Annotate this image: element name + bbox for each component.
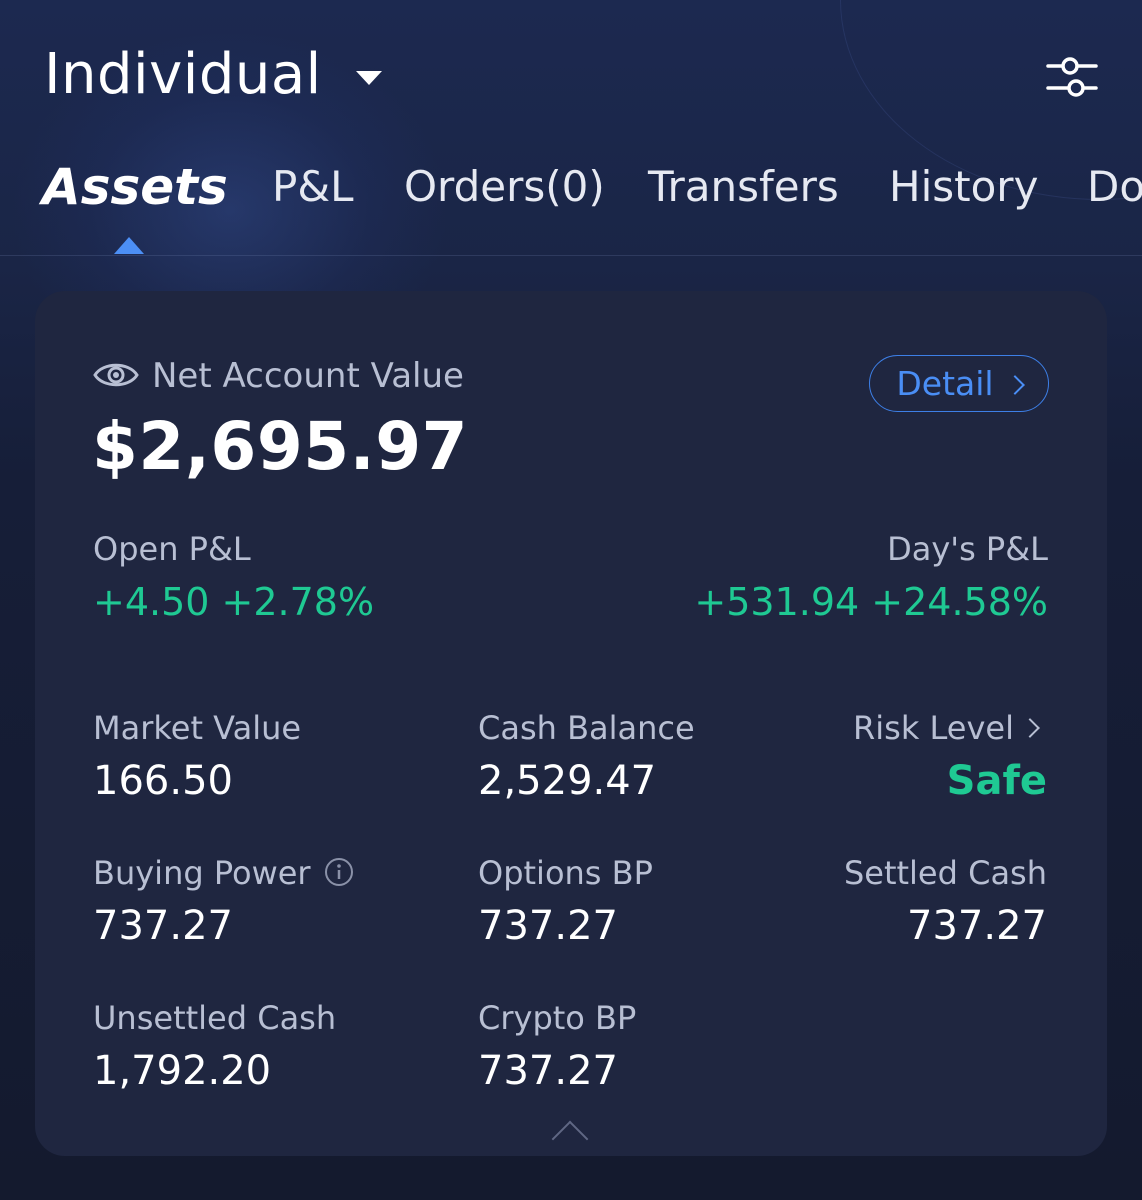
active-tab-indicator	[114, 237, 144, 254]
tab-assets[interactable]: Assets	[42, 158, 228, 216]
tab-divider	[0, 255, 1142, 256]
cash-balance: 2,529.47	[478, 758, 657, 804]
net-account-value: $2,695.97	[92, 408, 469, 485]
days-pl-label: Day's P&L	[887, 530, 1048, 568]
unsettled-cash: 1,792.20	[93, 1048, 272, 1094]
crypto-bp-label: Crypto BP	[478, 999, 637, 1037]
chevron-right-icon	[1004, 374, 1025, 395]
detail-button[interactable]: Detail	[869, 355, 1049, 412]
market-value: 166.50	[93, 758, 233, 804]
tab-pl[interactable]: P&L	[272, 162, 353, 211]
account-name: Individual	[44, 42, 322, 107]
risk-level-value: Safe	[946, 758, 1047, 804]
tab-bar: Assets P&L Orders(0) Transfers History D…	[42, 158, 1142, 232]
cash-balance-label: Cash Balance	[478, 709, 695, 747]
crypto-bp: 737.27	[478, 1048, 618, 1094]
account-switcher[interactable]: Individual	[44, 42, 382, 107]
detail-button-label: Detail	[896, 364, 994, 403]
caret-down-icon	[355, 70, 382, 85]
risk-level-label[interactable]: Risk Level	[853, 709, 1014, 747]
options-bp: 737.27	[478, 903, 618, 949]
days-pl-value: +531.94 +24.58%	[694, 580, 1048, 624]
sliders-icon[interactable]	[1046, 56, 1098, 98]
tab-transfers[interactable]: Transfers	[648, 162, 839, 211]
open-pl-label: Open P&L	[93, 530, 251, 568]
settled-cash: 737.27	[907, 903, 1047, 949]
options-bp-label: Options BP	[478, 854, 653, 892]
market-value-label: Market Value	[93, 709, 302, 747]
screen: Individual Assets P&L Orders(0) Transfer…	[0, 0, 1142, 1200]
tab-documents[interactable]: Do	[1087, 162, 1142, 211]
net-account-value-label: Net Account Value	[152, 356, 464, 396]
buying-power: 737.27	[93, 903, 233, 949]
tab-history[interactable]: History	[889, 162, 1038, 211]
settled-cash-label: Settled Cash	[843, 854, 1047, 892]
unsettled-cash-label: Unsettled Cash	[93, 999, 337, 1037]
eye-icon[interactable]	[93, 358, 139, 392]
open-pl-value: +4.50 +2.78%	[93, 580, 375, 624]
tab-orders[interactable]: Orders(0)	[404, 162, 605, 211]
info-icon[interactable]	[324, 857, 354, 887]
buying-power-label: Buying Power	[93, 854, 311, 892]
